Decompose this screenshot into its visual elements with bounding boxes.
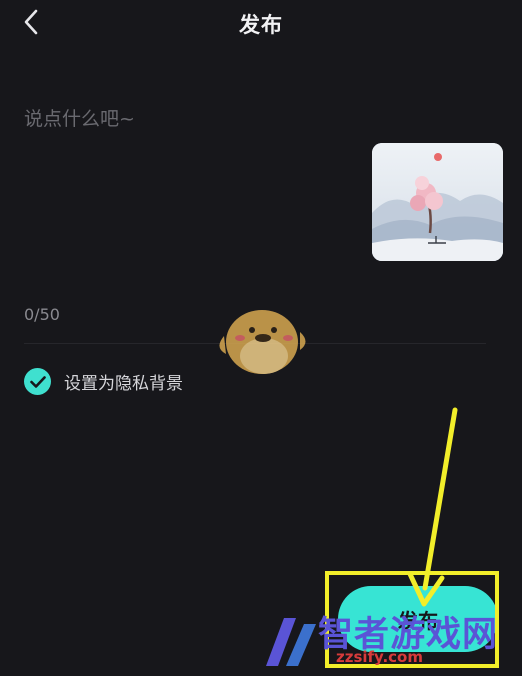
character-counter: 0/50	[24, 305, 60, 324]
background-thumbnail[interactable]	[372, 143, 503, 261]
watermark-mascot-icon	[219, 310, 306, 374]
privacy-label: 设置为隐私背景	[64, 374, 183, 394]
checkmark-icon	[29, 375, 46, 388]
privacy-background-option[interactable]: 设置为隐私背景	[24, 368, 183, 395]
landscape-painting-image	[372, 143, 503, 261]
watermark-logo-icon	[266, 618, 316, 666]
top-bar: 发布	[0, 0, 522, 46]
caption-placeholder: 说点什么吧~	[24, 108, 135, 130]
page-title: 发布	[239, 13, 283, 37]
privacy-checkbox[interactable]	[24, 368, 51, 395]
watermark-url: zzsify.com	[336, 648, 423, 666]
